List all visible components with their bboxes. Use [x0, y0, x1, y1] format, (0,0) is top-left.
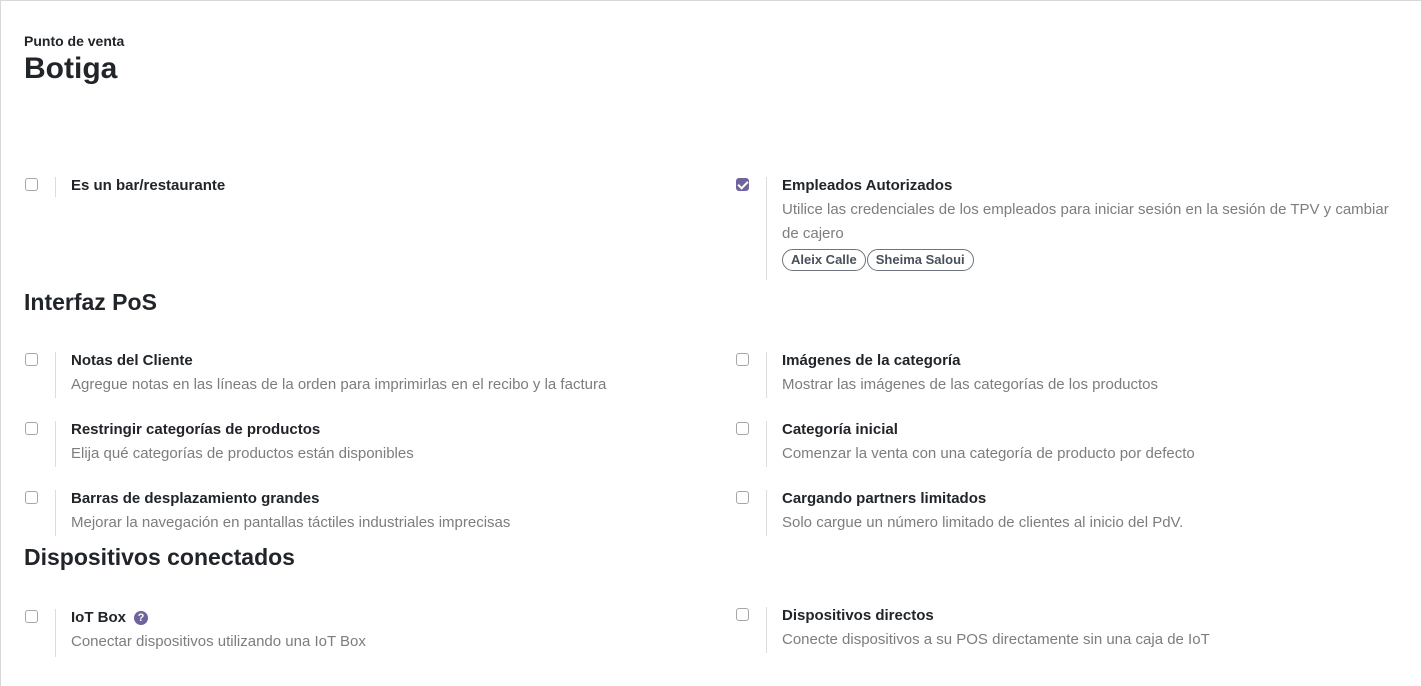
limited-partners-checkbox[interactable] — [736, 491, 749, 504]
employee-tags: Aleix Calle Sheima Saloui — [782, 249, 1392, 271]
divider — [55, 490, 56, 536]
divider — [766, 352, 767, 398]
large-scrollbars-label: Barras de desplazamiento grandes — [71, 490, 320, 507]
bar-restaurant-checkbox[interactable] — [25, 178, 38, 191]
authorized-employees-checkbox[interactable] — [736, 178, 749, 191]
divider — [766, 177, 767, 280]
restrict-categories-checkbox[interactable] — [25, 422, 38, 435]
bar-restaurant-label: Es un bar/restaurante — [71, 177, 226, 194]
category-images-desc: Mostrar las imágenes de las categorías d… — [782, 376, 1159, 393]
employee-tag[interactable]: Aleix Calle — [782, 249, 866, 271]
start-category-checkbox[interactable] — [736, 422, 749, 435]
breadcrumb[interactable]: Punto de venta — [24, 33, 124, 49]
employee-tag[interactable]: Sheima Saloui — [866, 249, 974, 271]
large-scrollbars-checkbox[interactable] — [25, 491, 38, 504]
restrict-categories-desc: Elija qué categorías de productos están … — [71, 445, 414, 462]
direct-devices-checkbox[interactable] — [736, 608, 749, 621]
start-category-label: Categoría inicial — [782, 421, 898, 438]
divider — [55, 177, 56, 197]
iot-box-label-text: IoT Box — [71, 609, 126, 626]
start-category-desc: Comenzar la venta con una categoría de p… — [782, 445, 1195, 462]
customer-notes-desc: Agregue notas en las líneas de la orden … — [71, 376, 607, 393]
iot-box-desc: Conectar dispositivos utilizando una IoT… — [71, 633, 366, 650]
restrict-categories-label: Restringir categorías de productos — [71, 421, 321, 438]
iot-box-checkbox[interactable] — [25, 610, 38, 623]
section-title-interface: Interfaz PoS — [24, 289, 157, 315]
divider — [55, 421, 56, 467]
customer-notes-label: Notas del Cliente — [71, 352, 193, 369]
authorized-employees-label: Empleados Autorizados — [782, 177, 953, 194]
page-title: Botiga — [24, 52, 118, 85]
category-images-label: Imágenes de la categoría — [782, 352, 961, 369]
authorized-employees-desc: Utilice las credenciales de los empleado… — [782, 201, 1389, 242]
divider — [766, 421, 767, 467]
iot-box-label: IoT Box? — [71, 609, 366, 627]
limited-partners-label: Cargando partners limitados — [782, 490, 987, 507]
customer-notes-checkbox[interactable] — [25, 353, 38, 366]
direct-devices-label: Dispositivos directos — [782, 607, 934, 624]
section-title-devices: Dispositivos conectados — [24, 544, 295, 570]
limited-partners-desc: Solo cargue un número limitado de client… — [782, 514, 1184, 531]
category-images-checkbox[interactable] — [736, 353, 749, 366]
divider — [55, 609, 56, 657]
large-scrollbars-desc: Mejorar la navegación en pantallas tácti… — [71, 514, 511, 531]
direct-devices-desc: Conecte dispositivos a su POS directamen… — [782, 631, 1210, 648]
divider — [766, 607, 767, 653]
divider — [766, 490, 767, 536]
help-icon[interactable]: ? — [134, 611, 148, 625]
divider — [55, 352, 56, 398]
